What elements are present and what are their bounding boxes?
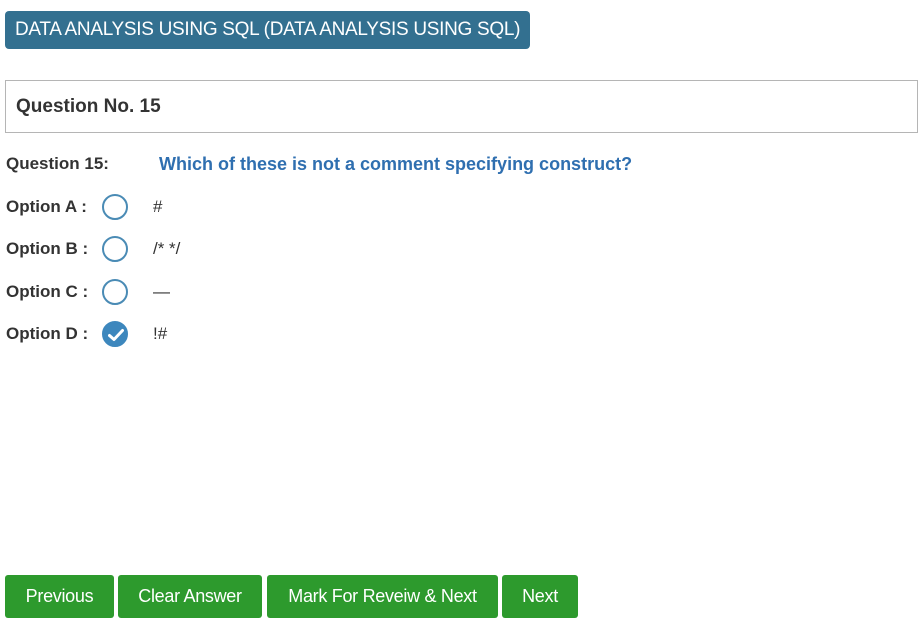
option-d-radio[interactable] xyxy=(102,321,128,347)
option-d-text: !# xyxy=(153,324,168,343)
question-number-panel: Question No. 15 xyxy=(5,80,918,133)
option-a-row[interactable]: Option A : # xyxy=(0,193,919,221)
checkmark-icon xyxy=(108,329,124,341)
clear-answer-button[interactable]: Clear Answer xyxy=(118,575,262,618)
exam-page: DATA ANALYSIS USING SQL (DATA ANALYSIS U… xyxy=(0,0,919,631)
mark-for-review-next-button[interactable]: Mark For Reveiw & Next xyxy=(267,575,498,618)
option-b-row[interactable]: Option B : /* */ xyxy=(0,235,919,263)
option-d-row[interactable]: Option D : !# xyxy=(0,320,919,348)
previous-button[interactable]: Previous xyxy=(5,575,114,618)
next-button[interactable]: Next xyxy=(502,575,578,618)
subject-badge: DATA ANALYSIS USING SQL (DATA ANALYSIS U… xyxy=(5,11,531,49)
option-b-text: /* */ xyxy=(153,239,181,258)
option-c-row[interactable]: Option C : — xyxy=(0,278,919,306)
question-number-title: Question No. 15 xyxy=(16,96,161,117)
option-a-text: # xyxy=(153,197,163,216)
question-label: Question 15: xyxy=(6,154,109,173)
option-c-text: — xyxy=(153,282,170,301)
option-c-radio[interactable] xyxy=(102,279,128,305)
option-a-radio[interactable] xyxy=(102,194,128,220)
question-text: Which of these is not a comment specifyi… xyxy=(159,154,633,174)
option-a-label: Option A : xyxy=(6,197,87,216)
option-b-label: Option B : xyxy=(6,239,89,258)
option-d-label: Option D : xyxy=(6,324,89,343)
option-c-label: Option C : xyxy=(6,282,89,301)
option-b-radio[interactable] xyxy=(102,236,128,262)
